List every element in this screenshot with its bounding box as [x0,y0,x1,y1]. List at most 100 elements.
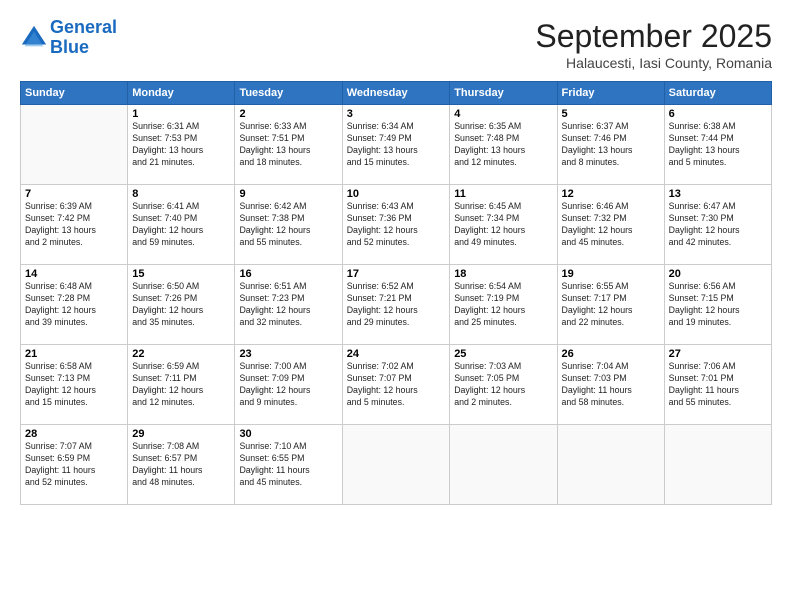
day-number: 8 [132,188,230,200]
day-info: Sunrise: 7:00 AMSunset: 7:09 PMDaylight:… [239,361,337,409]
location-title: Halaucesti, Iasi County, Romania [535,55,772,71]
day-number: 29 [132,428,230,440]
table-row: 8Sunrise: 6:41 AMSunset: 7:40 PMDaylight… [128,185,235,265]
table-row: 7Sunrise: 6:39 AMSunset: 7:42 PMDaylight… [21,185,128,265]
day-info: Sunrise: 7:07 AMSunset: 6:59 PMDaylight:… [25,441,123,489]
logo: General Blue [20,18,117,58]
table-row [450,425,557,505]
day-info: Sunrise: 6:48 AMSunset: 7:28 PMDaylight:… [25,281,123,329]
table-row: 23Sunrise: 7:00 AMSunset: 7:09 PMDayligh… [235,345,342,425]
day-number: 4 [454,108,552,120]
day-number: 18 [454,268,552,280]
table-row: 28Sunrise: 7:07 AMSunset: 6:59 PMDayligh… [21,425,128,505]
header-tuesday: Tuesday [235,82,342,105]
day-number: 26 [562,348,660,360]
day-number: 3 [347,108,445,120]
calendar-week-1: 7Sunrise: 6:39 AMSunset: 7:42 PMDaylight… [21,185,772,265]
calendar-table: Sunday Monday Tuesday Wednesday Thursday… [20,81,772,505]
day-info: Sunrise: 7:08 AMSunset: 6:57 PMDaylight:… [132,441,230,489]
day-info: Sunrise: 6:45 AMSunset: 7:34 PMDaylight:… [454,201,552,249]
day-info: Sunrise: 7:06 AMSunset: 7:01 PMDaylight:… [669,361,767,409]
calendar-header-row: Sunday Monday Tuesday Wednesday Thursday… [21,82,772,105]
table-row: 18Sunrise: 6:54 AMSunset: 7:19 PMDayligh… [450,265,557,345]
day-info: Sunrise: 6:46 AMSunset: 7:32 PMDaylight:… [562,201,660,249]
logo-line1: General [50,17,117,37]
table-row: 13Sunrise: 6:47 AMSunset: 7:30 PMDayligh… [664,185,771,265]
logo-icon [20,24,48,52]
day-info: Sunrise: 6:59 AMSunset: 7:11 PMDaylight:… [132,361,230,409]
day-info: Sunrise: 6:50 AMSunset: 7:26 PMDaylight:… [132,281,230,329]
day-number: 19 [562,268,660,280]
day-number: 23 [239,348,337,360]
day-number: 28 [25,428,123,440]
day-number: 10 [347,188,445,200]
day-number: 5 [562,108,660,120]
day-number: 12 [562,188,660,200]
day-info: Sunrise: 6:51 AMSunset: 7:23 PMDaylight:… [239,281,337,329]
day-info: Sunrise: 6:42 AMSunset: 7:38 PMDaylight:… [239,201,337,249]
day-number: 15 [132,268,230,280]
header-wednesday: Wednesday [342,82,449,105]
table-row [557,425,664,505]
day-number: 7 [25,188,123,200]
month-title: September 2025 [535,18,772,55]
calendar-week-2: 14Sunrise: 6:48 AMSunset: 7:28 PMDayligh… [21,265,772,345]
calendar-week-0: 1Sunrise: 6:31 AMSunset: 7:53 PMDaylight… [21,105,772,185]
day-info: Sunrise: 6:56 AMSunset: 7:15 PMDaylight:… [669,281,767,329]
day-number: 17 [347,268,445,280]
header-monday: Monday [128,82,235,105]
header-thursday: Thursday [450,82,557,105]
table-row: 26Sunrise: 7:04 AMSunset: 7:03 PMDayligh… [557,345,664,425]
table-row: 5Sunrise: 6:37 AMSunset: 7:46 PMDaylight… [557,105,664,185]
day-info: Sunrise: 7:10 AMSunset: 6:55 PMDaylight:… [239,441,337,489]
table-row: 16Sunrise: 6:51 AMSunset: 7:23 PMDayligh… [235,265,342,345]
table-row: 2Sunrise: 6:33 AMSunset: 7:51 PMDaylight… [235,105,342,185]
day-number: 9 [239,188,337,200]
table-row: 24Sunrise: 7:02 AMSunset: 7:07 PMDayligh… [342,345,449,425]
day-number: 24 [347,348,445,360]
table-row: 9Sunrise: 6:42 AMSunset: 7:38 PMDaylight… [235,185,342,265]
day-number: 20 [669,268,767,280]
day-number: 14 [25,268,123,280]
day-number: 27 [669,348,767,360]
page: General Blue September 2025 Halaucesti, … [0,0,792,612]
table-row: 6Sunrise: 6:38 AMSunset: 7:44 PMDaylight… [664,105,771,185]
day-number: 21 [25,348,123,360]
day-info: Sunrise: 6:55 AMSunset: 7:17 PMDaylight:… [562,281,660,329]
day-info: Sunrise: 6:47 AMSunset: 7:30 PMDaylight:… [669,201,767,249]
day-info: Sunrise: 6:37 AMSunset: 7:46 PMDaylight:… [562,121,660,169]
table-row: 21Sunrise: 6:58 AMSunset: 7:13 PMDayligh… [21,345,128,425]
table-row: 19Sunrise: 6:55 AMSunset: 7:17 PMDayligh… [557,265,664,345]
header-saturday: Saturday [664,82,771,105]
table-row: 10Sunrise: 6:43 AMSunset: 7:36 PMDayligh… [342,185,449,265]
day-info: Sunrise: 6:41 AMSunset: 7:40 PMDaylight:… [132,201,230,249]
day-info: Sunrise: 6:31 AMSunset: 7:53 PMDaylight:… [132,121,230,169]
day-info: Sunrise: 7:02 AMSunset: 7:07 PMDaylight:… [347,361,445,409]
table-row: 14Sunrise: 6:48 AMSunset: 7:28 PMDayligh… [21,265,128,345]
table-row: 3Sunrise: 6:34 AMSunset: 7:49 PMDaylight… [342,105,449,185]
day-number: 1 [132,108,230,120]
day-info: Sunrise: 7:03 AMSunset: 7:05 PMDaylight:… [454,361,552,409]
table-row: 30Sunrise: 7:10 AMSunset: 6:55 PMDayligh… [235,425,342,505]
day-info: Sunrise: 7:04 AMSunset: 7:03 PMDaylight:… [562,361,660,409]
day-number: 11 [454,188,552,200]
table-row: 4Sunrise: 6:35 AMSunset: 7:48 PMDaylight… [450,105,557,185]
day-info: Sunrise: 6:35 AMSunset: 7:48 PMDaylight:… [454,121,552,169]
day-number: 2 [239,108,337,120]
table-row [664,425,771,505]
header-friday: Friday [557,82,664,105]
day-info: Sunrise: 6:33 AMSunset: 7:51 PMDaylight:… [239,121,337,169]
calendar-body: 1Sunrise: 6:31 AMSunset: 7:53 PMDaylight… [21,105,772,505]
day-info: Sunrise: 6:54 AMSunset: 7:19 PMDaylight:… [454,281,552,329]
logo-line2: Blue [50,37,89,57]
day-number: 6 [669,108,767,120]
day-number: 16 [239,268,337,280]
table-row: 27Sunrise: 7:06 AMSunset: 7:01 PMDayligh… [664,345,771,425]
table-row [342,425,449,505]
table-row: 11Sunrise: 6:45 AMSunset: 7:34 PMDayligh… [450,185,557,265]
logo-text: General Blue [50,18,117,58]
table-row: 29Sunrise: 7:08 AMSunset: 6:57 PMDayligh… [128,425,235,505]
calendar-week-3: 21Sunrise: 6:58 AMSunset: 7:13 PMDayligh… [21,345,772,425]
day-info: Sunrise: 6:39 AMSunset: 7:42 PMDaylight:… [25,201,123,249]
table-row: 25Sunrise: 7:03 AMSunset: 7:05 PMDayligh… [450,345,557,425]
